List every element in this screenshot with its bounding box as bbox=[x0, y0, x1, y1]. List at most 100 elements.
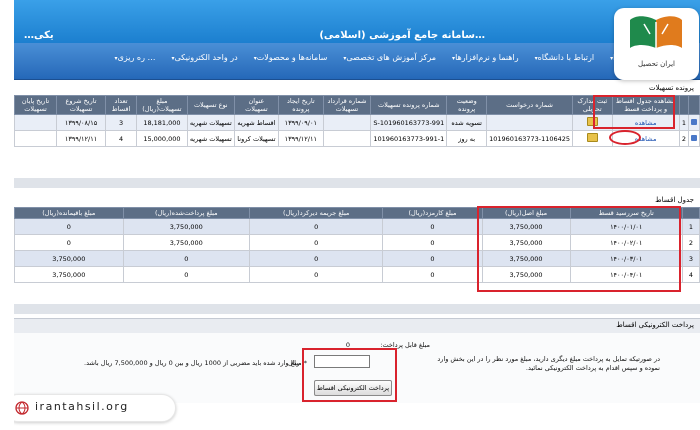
start-date-cell: ۱۳۹۹/۱۲/۱۱ bbox=[56, 130, 106, 147]
column-header: مبلغ کارمزد(ریال) bbox=[382, 207, 483, 219]
loans-section-label: پرونده تسهیلات bbox=[648, 84, 694, 92]
loan-type: تسهیلات شهریه bbox=[189, 134, 232, 143]
request-number-cell bbox=[486, 114, 574, 131]
request-number-cell: 101960163773-1106425 bbox=[486, 130, 574, 147]
remaining-amount-cell: 0 bbox=[14, 218, 124, 235]
penalty-amount: 0 bbox=[314, 254, 319, 263]
row-select-icon[interactable] bbox=[691, 134, 697, 141]
request-number: 101960163773-1106425 bbox=[489, 134, 571, 143]
column-header bbox=[681, 207, 700, 219]
loan-title-cell: اقساط شهریه bbox=[233, 114, 280, 131]
fee-amount: 0 bbox=[430, 254, 435, 263]
row-number-cell: 4 bbox=[681, 266, 700, 283]
loan-type: تسهیلات شهریه bbox=[189, 118, 232, 127]
column-header: شماره پرونده تسهیلات bbox=[370, 95, 448, 115]
highlight-view-link bbox=[609, 130, 641, 145]
remaining-amount-cell: 3,750,000 bbox=[14, 250, 124, 267]
penalty-amount: 0 bbox=[314, 238, 319, 247]
column-header: تاریخ ایجاد پرونده bbox=[278, 95, 324, 115]
fee-amount: 0 bbox=[430, 270, 435, 279]
table-row: 2 مشاهده 101960163773-1106425 به روز 1019601… bbox=[14, 130, 700, 147]
end-date-cell bbox=[14, 130, 58, 147]
loan-type-cell: تسهیلات شهریه bbox=[186, 130, 235, 147]
penalty-amount: 0 bbox=[314, 222, 319, 231]
file-number: S-101960163773-991 bbox=[373, 118, 445, 127]
site-header: …یکی …سامانه جامع آموزشی (اسلامی) bbox=[14, 0, 700, 43]
book-icon bbox=[630, 16, 682, 48]
nav-item-label: راهنما و نرم‌افزارها bbox=[455, 53, 519, 62]
nav-list: … ره ریزی▾ در واحد الکترونیکی▾ سامانه‌ها و… bbox=[113, 53, 694, 62]
nav-item[interactable]: در واحد الکترونیکی▾ bbox=[169, 53, 237, 62]
row-number-cell: 1 bbox=[678, 114, 690, 131]
paid-amount-cell: 3,750,000 bbox=[122, 218, 250, 235]
contract-number-cell bbox=[322, 130, 372, 147]
loan-amount: 15,000,000 bbox=[143, 134, 181, 143]
row-number-cell: 3 bbox=[681, 250, 700, 267]
payment-section-header: پرداخت الکترونیکی اقساط bbox=[14, 318, 700, 334]
column-header: مبلغ باقیمانده(ریال) bbox=[14, 207, 124, 219]
paid-amount-cell: 0 bbox=[122, 266, 250, 283]
paid-amount: 3,750,000 bbox=[169, 238, 203, 247]
nav-item[interactable]: … ره ریزی▾ bbox=[113, 53, 156, 62]
highlight-due-and-principal bbox=[477, 206, 681, 292]
loan-title: اقساط شهریه bbox=[237, 118, 276, 127]
file-status-cell: تسویه شده bbox=[446, 114, 488, 131]
fee-amount-cell: 0 bbox=[382, 266, 483, 283]
installment-count: 3 bbox=[118, 118, 124, 127]
brand-logo: ایران تحصیل bbox=[614, 8, 699, 80]
penalty-amount: 0 bbox=[314, 270, 319, 279]
column-header: نوع تسهیلات bbox=[186, 95, 235, 115]
remaining-amount: 0 bbox=[66, 222, 71, 231]
fee-amount-cell: 0 bbox=[382, 250, 483, 267]
row-select-icon-cell bbox=[688, 114, 700, 131]
nav-item-label: مرکز آموزش های تخصصی bbox=[346, 53, 437, 62]
remaining-amount: 0 bbox=[66, 238, 71, 247]
column-header: تاریخ پایان تسهیلات bbox=[14, 95, 58, 115]
nav-item-label: در واحد الکترونیکی bbox=[174, 53, 238, 62]
row-number: 2 bbox=[688, 238, 694, 247]
paid-amount: 0 bbox=[184, 270, 189, 279]
remaining-amount: 3,750,000 bbox=[52, 270, 86, 279]
paid-amount-cell: 0 bbox=[122, 250, 250, 267]
nav-item[interactable]: مرکز آموزش های تخصصی▾ bbox=[341, 53, 436, 62]
amount-rule-note: * مبلغ وارد شده باید مضربی از 1000 ریال … bbox=[84, 359, 307, 367]
divider bbox=[14, 178, 700, 188]
fee-amount: 0 bbox=[430, 222, 435, 231]
file-number-cell: 101960163773-991-1 bbox=[370, 130, 448, 147]
penalty-amount-cell: 0 bbox=[248, 218, 384, 235]
logo-text: ایران تحصیل bbox=[637, 60, 676, 68]
loan-type-cell: تسهیلات شهریه bbox=[186, 114, 235, 131]
column-header: عنوان تسهیلات bbox=[233, 95, 280, 115]
fee-amount: 0 bbox=[430, 238, 435, 247]
payment-section-label: پرداخت الکترونیکی اقساط bbox=[616, 321, 694, 329]
start-date-cell: ۱۳۹۹/۰۸/۱۵ bbox=[56, 114, 106, 131]
loan-amount: 18,181,000 bbox=[143, 118, 181, 127]
row-select-icon[interactable] bbox=[691, 118, 697, 125]
fee-amount-cell: 0 bbox=[382, 218, 483, 235]
paid-amount-cell: 3,750,000 bbox=[122, 234, 250, 251]
created-date-cell: ۱۳۹۹/۰۹/۰۱ bbox=[278, 114, 324, 131]
nav-item[interactable]: سامانه‌ها و محصولات▾ bbox=[252, 53, 328, 62]
site-title: …سامانه جامع آموزشی (اسلامی) bbox=[319, 30, 485, 41]
row-number: 1 bbox=[688, 222, 694, 231]
column-header: تاریخ شروع تسهیلات bbox=[56, 95, 106, 115]
row-select-icon-cell bbox=[688, 130, 700, 147]
nav-item-label: سامانه‌ها و محصولات bbox=[256, 53, 328, 62]
header-left-fragment: …یکی bbox=[24, 30, 54, 41]
penalty-amount-cell: 0 bbox=[248, 234, 384, 251]
folder-icon[interactable] bbox=[586, 133, 598, 142]
start-date: ۱۳۹۹/۰۸/۱۵ bbox=[64, 118, 98, 127]
column-header: شماره درخواست bbox=[486, 95, 574, 115]
payment-instructions: در صورتیکه تمایل به پرداخت مبلغ دیگری دا… bbox=[437, 355, 660, 372]
column-header: مبلغ جریمه دیرکرد(ریال) bbox=[248, 207, 384, 219]
paid-amount: 3,750,000 bbox=[169, 222, 203, 231]
upload-documents-icon-cell bbox=[572, 130, 613, 147]
row-number-cell: 2 bbox=[681, 234, 700, 251]
site-url: irantahsil.org bbox=[35, 400, 129, 413]
start-date: ۱۳۹۹/۱۲/۱۱ bbox=[64, 134, 98, 143]
row-number: 1 bbox=[681, 118, 686, 127]
divider-2 bbox=[14, 304, 700, 314]
nav-item[interactable]: ارتباط با دانشگاه▾ bbox=[533, 53, 595, 62]
column-header bbox=[688, 95, 700, 115]
nav-item[interactable]: راهنما و نرم‌افزارها▾ bbox=[450, 53, 519, 62]
